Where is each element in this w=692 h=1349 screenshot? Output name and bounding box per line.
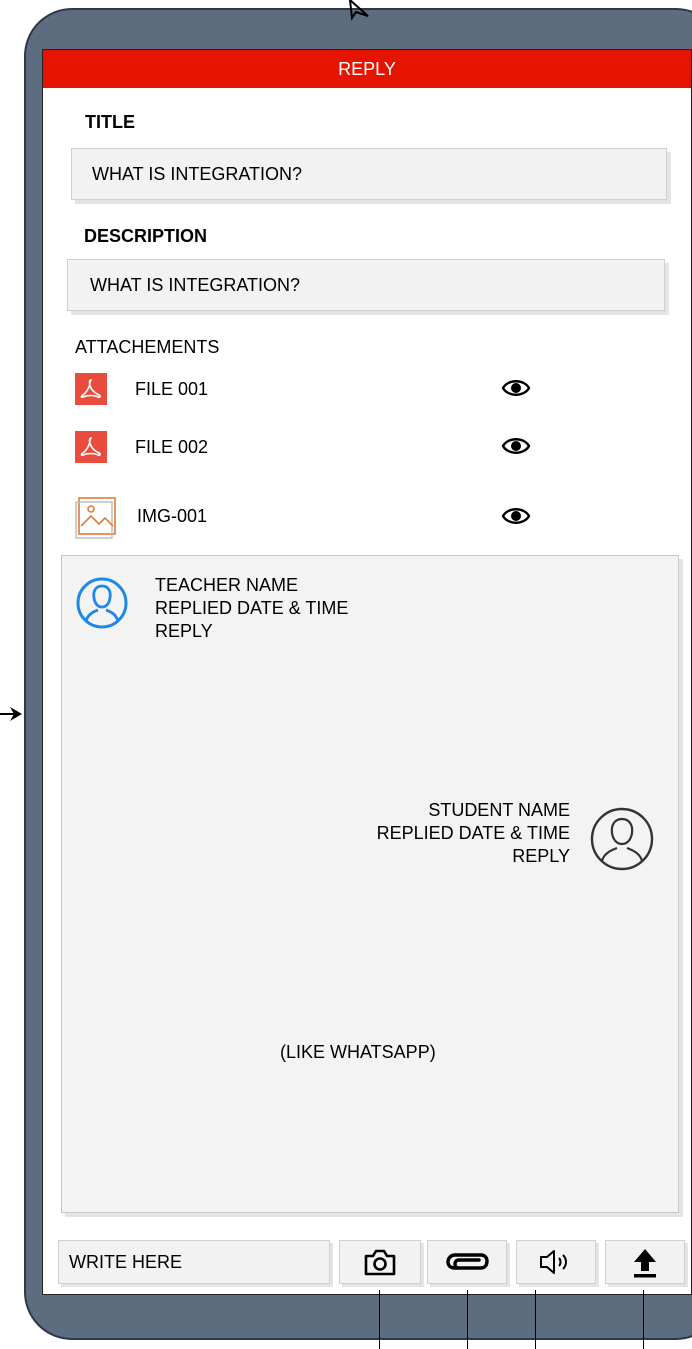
attachment-item[interactable]: IMG-001	[75, 496, 545, 539]
description-value: WHAT IS INTEGRATION?	[90, 274, 301, 295]
student-datetime: REPLIED DATE & TIME	[376, 823, 570, 843]
eye-icon[interactable]	[501, 505, 531, 527]
attach-button[interactable]	[427, 1240, 507, 1284]
eye-icon[interactable]	[501, 435, 531, 457]
description-field[interactable]: WHAT IS INTEGRATION?	[67, 259, 665, 311]
eye-icon[interactable]	[501, 377, 531, 399]
phone-screen: REPLY TITLE WHAT IS INTEGRATION? DESCRIP…	[42, 49, 692, 1295]
arrow-connector-left	[0, 707, 22, 721]
page-title: REPLY	[43, 50, 691, 88]
chat-area[interactable]: TEACHER NAME REPLIED DATE & TIME REPLY S…	[61, 555, 679, 1213]
attachments-label: ATTACHEMENTS	[75, 337, 220, 357]
title-value: WHAT IS INTEGRATION?	[92, 163, 303, 184]
pdf-icon	[75, 373, 107, 405]
upload-icon	[634, 1249, 656, 1278]
attachment-item[interactable]: FILE 002	[75, 431, 545, 467]
connector-line	[379, 1290, 380, 1349]
arrow-connector-top	[348, 0, 369, 21]
student-avatar-icon	[590, 807, 654, 871]
teacher-avatar-icon	[76, 577, 128, 629]
student-name: STUDENT NAME	[428, 800, 570, 820]
attachment-item[interactable]: FILE 001	[75, 373, 545, 409]
camera-icon	[364, 1249, 396, 1276]
message-input-placeholder: WRITE HERE	[69, 1251, 183, 1272]
teacher-datetime: REPLIED DATE & TIME	[155, 598, 349, 618]
audio-button[interactable]	[516, 1240, 596, 1284]
camera-button[interactable]	[339, 1240, 421, 1284]
description-label: DESCRIPTION	[84, 226, 208, 246]
connector-line	[643, 1290, 644, 1349]
connector-line	[467, 1290, 468, 1349]
attachment-name: FILE 002	[135, 437, 209, 457]
message-input[interactable]: WRITE HERE	[58, 1240, 330, 1284]
title-field[interactable]: WHAT IS INTEGRATION?	[71, 148, 667, 200]
pdf-icon	[75, 431, 107, 463]
attachment-name: FILE 001	[135, 379, 209, 399]
student-reply: REPLY	[512, 846, 570, 866]
title-label: TITLE	[85, 112, 135, 132]
paperclip-icon	[446, 1253, 489, 1270]
teacher-reply: REPLY	[155, 621, 213, 641]
attachment-name: IMG-001	[137, 506, 208, 526]
upload-button[interactable]	[605, 1240, 685, 1284]
student-message: STUDENT NAME REPLIED DATE & TIME REPLY	[377, 799, 570, 868]
chat-note: (LIKE WHATSAPP)	[280, 1042, 436, 1062]
teacher-name: TEACHER NAME	[155, 575, 299, 595]
image-icon	[75, 497, 116, 539]
teacher-message: TEACHER NAME REPLIED DATE & TIME REPLY	[155, 574, 348, 643]
connector-line	[535, 1290, 536, 1349]
speaker-icon	[540, 1250, 567, 1274]
